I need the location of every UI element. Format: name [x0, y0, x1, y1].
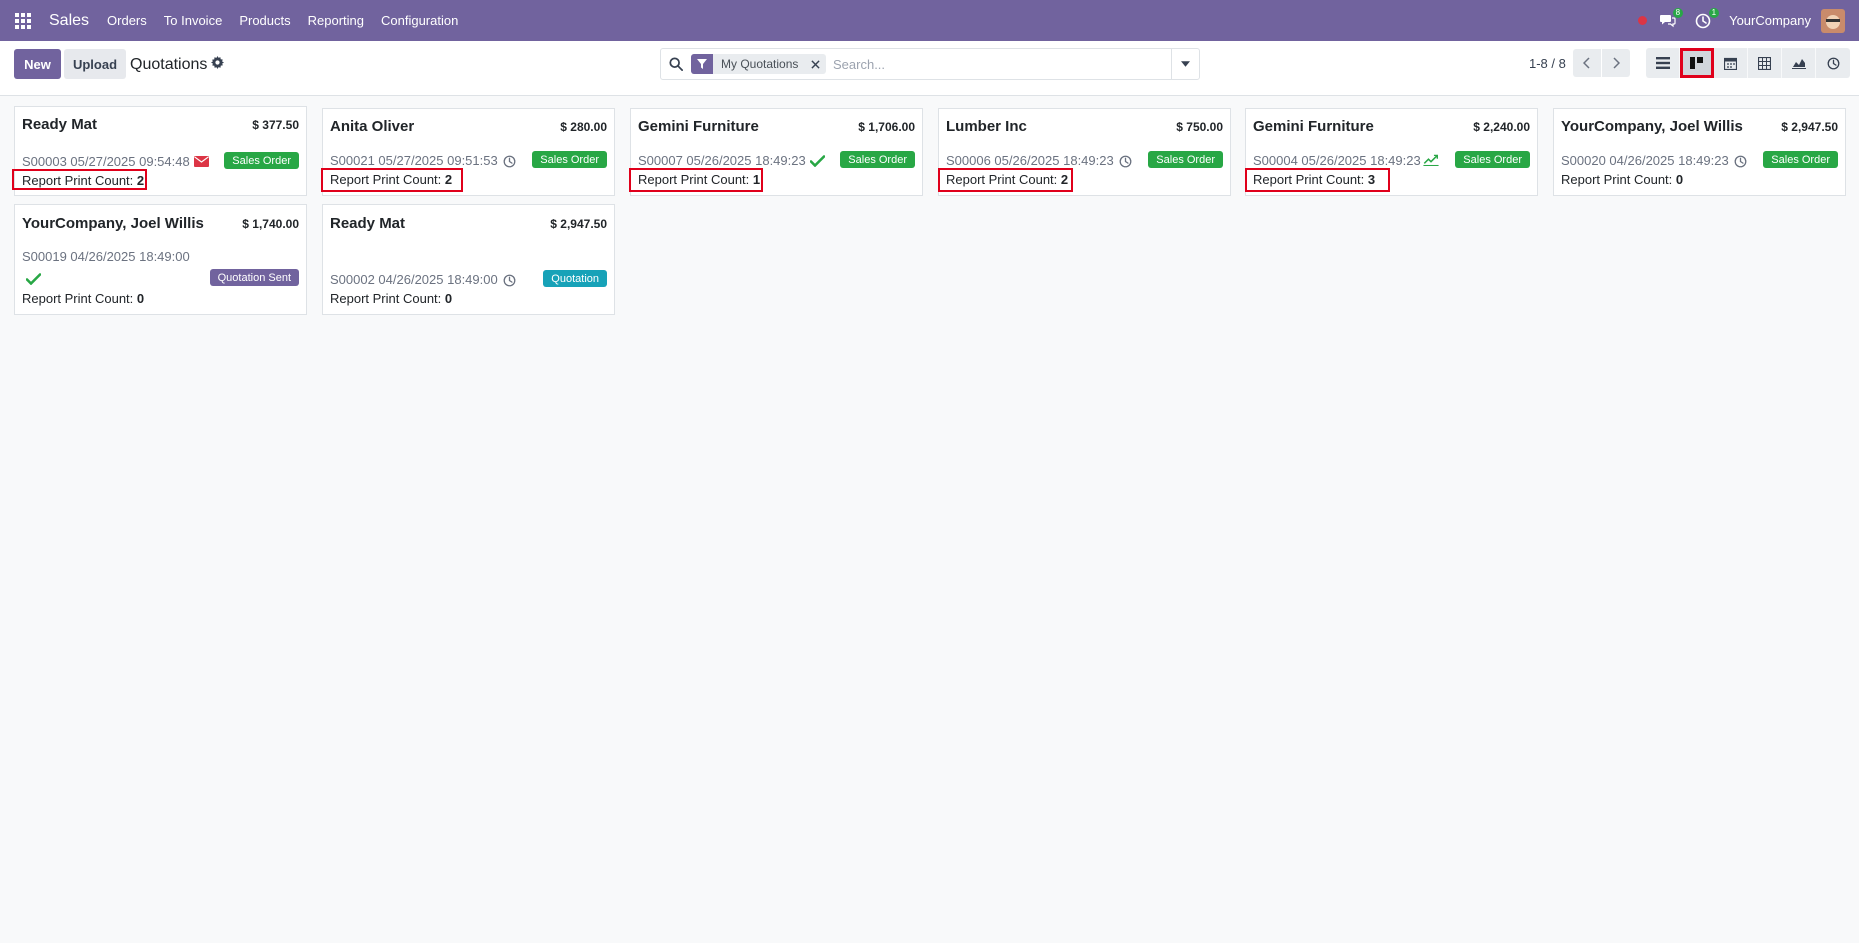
- report-print-count: Report Print Count: 2: [330, 172, 453, 187]
- app-menu-icon[interactable]: [15, 12, 31, 29]
- card-reference: S00003 05/27/2025 09:54:48: [22, 154, 190, 169]
- card-reference: S00021 05/27/2025 09:51:53: [330, 153, 498, 168]
- page-title: Quotations: [130, 56, 208, 73]
- card-customer: Gemini Furniture: [638, 118, 759, 135]
- clock-icon[interactable]: [1732, 153, 1748, 169]
- upload-button[interactable]: Upload: [64, 49, 126, 79]
- card-customer: Anita Oliver: [330, 118, 415, 135]
- card-customer: Gemini Furniture: [1253, 118, 1374, 135]
- messages-icon[interactable]: 8: [1657, 7, 1684, 31]
- menu-configuration[interactable]: Configuration: [381, 13, 458, 28]
- menu-products[interactable]: Products: [239, 13, 290, 28]
- kanban-card[interactable]: Ready Mat $ 377.50 S00003 05/27/2025 09:…: [12, 106, 307, 196]
- pager-value[interactable]: 1-8 / 8: [1529, 56, 1566, 71]
- menu-reporting[interactable]: Reporting: [308, 13, 364, 28]
- search-input[interactable]: [833, 54, 1163, 74]
- card-reference: S00007 05/26/2025 18:49:23: [638, 153, 806, 168]
- card-amount: $ 280.00: [560, 120, 607, 134]
- kanban-card[interactable]: Gemini Furniture $ 1,706.00 S00007 05/26…: [629, 108, 923, 196]
- status-badge: Sales Order: [1763, 151, 1838, 168]
- card-customer: YourCompany, Joel Willis: [22, 215, 204, 232]
- status-badge: Sales Order: [1148, 151, 1223, 168]
- card-customer: YourCompany, Joel Willis: [1561, 118, 1743, 135]
- kanban-view-icon[interactable]: [1680, 48, 1714, 78]
- chevron-down-icon[interactable]: [1171, 49, 1199, 79]
- search-icon[interactable]: [669, 57, 685, 73]
- card-customer: Lumber Inc: [946, 118, 1027, 135]
- report-print-count: Report Print Count: 0: [330, 291, 453, 306]
- user-avatar[interactable]: [1821, 8, 1845, 33]
- search-facet: My Quotations: [691, 54, 827, 74]
- filter-icon: [691, 54, 713, 74]
- messages-count: 8: [1672, 7, 1684, 18]
- card-amount: $ 2,947.50: [550, 217, 607, 231]
- report-print-count: Report Print Count: 0: [22, 291, 145, 306]
- list-view-icon[interactable]: [1646, 48, 1680, 78]
- new-button[interactable]: New: [14, 49, 61, 79]
- status-badge: Quotation Sent: [209, 269, 299, 286]
- facet-label: My Quotations: [721, 57, 799, 71]
- kanban-card[interactable]: Gemini Furniture $ 2,240.00 S00004 05/26…: [1245, 108, 1538, 196]
- status-badge: Sales Order: [840, 151, 915, 168]
- clock-icon[interactable]: [501, 153, 517, 169]
- check-icon[interactable]: [25, 271, 41, 287]
- kanban-card[interactable]: YourCompany, Joel Willis $ 2,947.50 S000…: [1553, 108, 1846, 196]
- activities-clock-icon[interactable]: 1: [1693, 7, 1720, 31]
- clock-icon[interactable]: [1117, 153, 1133, 169]
- kanban-card[interactable]: Lumber Inc $ 750.00 S00006 05/26/2025 18…: [938, 108, 1231, 196]
- menu-to-invoice[interactable]: To Invoice: [164, 13, 223, 28]
- activities-count: 1: [1708, 7, 1720, 18]
- search-bar: My Quotations: [660, 48, 1200, 80]
- company-switcher[interactable]: YourCompany: [1729, 13, 1811, 28]
- clock-icon[interactable]: [501, 272, 517, 288]
- menu-orders[interactable]: Orders: [107, 13, 147, 28]
- card-amount: $ 1,706.00: [858, 120, 915, 134]
- card-reference: S00020 04/26/2025 18:49:23: [1561, 153, 1729, 168]
- card-amount: $ 377.50: [252, 118, 299, 132]
- card-amount: $ 750.00: [1176, 120, 1223, 134]
- report-print-count: Report Print Count: 1: [638, 172, 761, 187]
- view-switcher: [1646, 48, 1850, 78]
- control-panel: New Upload Quotations My Quotations 1-8 …: [0, 41, 1859, 96]
- card-reference: S00002 04/26/2025 18:49:00: [330, 272, 498, 287]
- report-print-count: Report Print Count: 0: [1561, 172, 1684, 187]
- kanban-card[interactable]: Ready Mat $ 2,947.50 S00002 04/26/2025 1…: [322, 204, 615, 315]
- report-print-count: Report Print Count: 3: [1253, 172, 1376, 187]
- card-customer: Ready Mat: [22, 116, 98, 133]
- app-name[interactable]: Sales: [49, 12, 89, 30]
- status-badge: Sales Order: [224, 152, 299, 169]
- envelope-icon[interactable]: [193, 153, 209, 169]
- recording-indicator-icon[interactable]: [1638, 16, 1648, 25]
- status-badge: Sales Order: [532, 151, 607, 168]
- activity-view-icon[interactable]: [1816, 48, 1850, 78]
- card-amount: $ 2,240.00: [1473, 120, 1530, 134]
- kanban-card[interactable]: YourCompany, Joel Willis $ 1,740.00 S000…: [14, 204, 307, 315]
- top-navbar: Sales Orders To Invoice Products Reporti…: [0, 0, 1859, 41]
- calendar-view-icon[interactable]: [1714, 48, 1748, 78]
- gear-icon[interactable]: [211, 56, 227, 72]
- report-print-count: Report Print Count: 2: [22, 173, 145, 188]
- card-reference: S00004 05/26/2025 18:49:23: [1253, 153, 1421, 168]
- card-amount: $ 1,740.00: [242, 217, 299, 231]
- graph-view-icon[interactable]: [1782, 48, 1816, 78]
- card-reference: S00019 04/26/2025 18:49:00: [22, 249, 190, 264]
- trend-icon[interactable]: [1423, 152, 1439, 168]
- kanban-card[interactable]: Anita Oliver $ 280.00 S00021 05/27/2025 …: [321, 108, 615, 196]
- pager-previous-button[interactable]: [1573, 49, 1601, 77]
- pager-next-button[interactable]: [1602, 49, 1630, 77]
- check-icon[interactable]: [809, 153, 825, 169]
- status-badge: Sales Order: [1455, 151, 1530, 168]
- card-amount: $ 2,947.50: [1781, 120, 1838, 134]
- close-icon[interactable]: [806, 55, 824, 73]
- report-print-count: Report Print Count: 2: [946, 172, 1069, 187]
- card-customer: Ready Mat: [330, 215, 406, 232]
- status-badge: Quotation: [543, 270, 607, 287]
- pivot-view-icon[interactable]: [1748, 48, 1782, 78]
- card-reference: S00006 05/26/2025 18:49:23: [946, 153, 1114, 168]
